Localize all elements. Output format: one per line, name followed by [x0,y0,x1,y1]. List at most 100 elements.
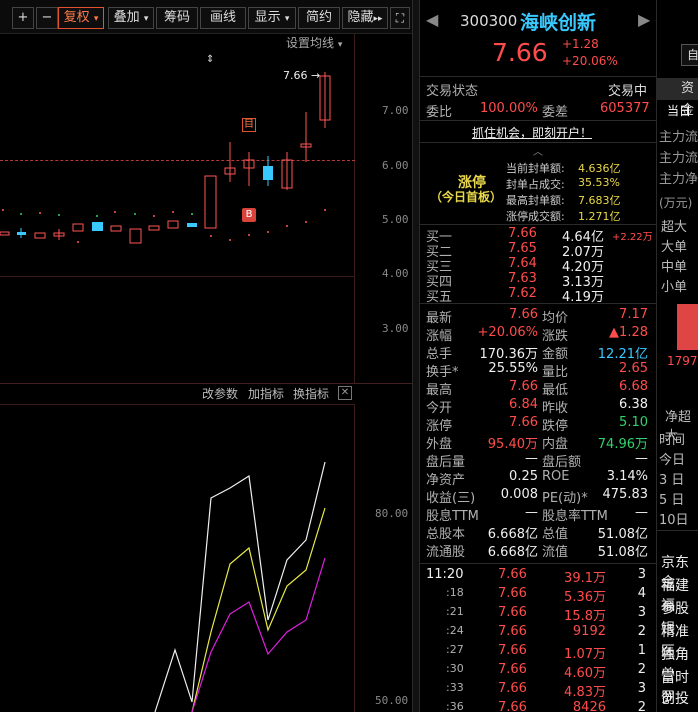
y-label: 3.00 [382,322,409,335]
stat-value: 6.668亿 [487,527,538,542]
price-change-pct: +20.06% [562,54,618,68]
bid-price: 7.65 [508,241,537,256]
tick-price: 7.66 [498,681,527,696]
tick-price: 7.66 [498,662,527,677]
fullscreen-icon[interactable]: ⛶ [390,7,410,29]
divider [420,563,656,564]
stat-label: 涨停 [426,419,453,434]
tab-fund[interactable]: 资金 [657,78,698,118]
adjust-price-dropdown[interactable]: 复权 ▾ [58,7,104,29]
limit-value: 4.636亿 [578,162,621,175]
stat-value: 7.66 [509,307,538,322]
y-label: 5.00 [382,213,409,226]
concept-item[interactable]: 创投 [661,688,689,708]
next-stock-icon[interactable]: ▶ [638,10,650,29]
y-label: 4.00 [382,267,409,280]
zoom-in-button[interactable]: + [12,7,34,29]
stat-value: 51.08亿 [597,545,648,560]
stock-code: 300300 [460,12,518,30]
tick-count: 3 [637,567,646,582]
limit-value: 1.271亿 [578,210,621,223]
stat-label: 今开 [426,401,453,416]
simple-mode-button[interactable]: 简约 [298,7,340,29]
draw-line-button[interactable]: 画线 [200,7,246,29]
trade-status-label: 交易状态 [426,84,479,99]
x-axis-line [0,276,355,277]
tab-today[interactable]: 当日 [667,102,691,119]
tick-price: 7.66 [498,643,527,658]
quote-panel: ◀ ▶ 300300 海峡创新 7.66 +1.28 +20.06% 交易状态 … [420,0,656,712]
stat-label: 最高 [426,383,453,398]
limit-key: 最高封单额: [506,194,565,207]
stat-label: 量比 [542,365,569,380]
stat-value: 7.17 [619,307,648,322]
stat-label: 最低 [542,383,569,398]
prev-stock-icon[interactable]: ◀ [426,10,438,29]
stat-label: 总手 [426,347,453,362]
stat-label: ROE [542,469,570,484]
tick-count: 2 [637,662,646,677]
stat-label: 流通股 [426,545,466,560]
stat-label: 总股本 [426,527,466,542]
limit-value: 7.683亿 [578,194,621,207]
hide-button[interactable]: 隐藏▸▸ [342,7,388,29]
tick-volume: 9192 [572,624,606,639]
zoom-out-button[interactable]: − [36,7,58,29]
tick-volume: 4.83万 [564,685,606,700]
display-label: 显示 [254,10,281,25]
stat-label: 涨跌 [542,329,569,344]
stock-name: 海峡创新 [520,12,597,34]
tick-count: 1 [637,643,646,658]
indicator-panel[interactable]: 改参数 加指标 换指标 ✕ 80.00 50.00 [0,384,412,712]
tick-time: :18 [446,586,464,599]
stat-label: 外盘 [426,437,453,452]
limit-key: 当前封单额: [506,162,565,175]
chips-button[interactable]: 筹码 [156,7,198,29]
chevron-down-icon: ▾ [284,14,290,24]
overlay-label: 叠加 [113,10,140,25]
trade-status-value: 交易中 [608,84,648,99]
tick-volume: 39.1万 [564,571,606,586]
stat-label: PE(动)* [542,491,588,506]
collapse-icon[interactable]: ︿ [420,142,656,158]
stat-label: 换手* [426,365,459,380]
stat-label: 收益(三) [426,491,476,506]
limit-key: 涨停成交额: [506,210,565,223]
panel-splitter[interactable] [412,0,420,712]
stat-value: — [635,505,648,520]
tick-time: 11:20 [426,567,464,582]
adjust-label: 复权 [63,10,90,25]
stat-value: +20.06% [477,325,538,340]
tick-count: 3 [637,681,646,696]
limit-value: 35.53% [578,176,620,189]
tick-time: :33 [446,681,464,694]
stat-value: 12.21亿 [597,347,648,362]
order-size-label: 大单 [661,240,688,255]
flow-label: 主力净 [659,172,698,187]
dots [2,209,326,243]
tick-count: 2 [637,700,646,712]
stat-value: 74.96万 [597,437,648,452]
self-select-button[interactable]: 自 [681,44,698,66]
stat-value: — [635,451,648,466]
bid-ratio-label: 委比 [426,105,453,120]
double-chevron-icon: ▸▸ [373,14,383,24]
kline-chart[interactable]: 设置均线 ▾ ⇕ 7.00 6.00 5.00 4.00 3.00 7.66 →… [0,34,412,384]
tick-volume: 15.8万 [564,609,606,624]
stat-value: 95.40万 [487,437,538,452]
divider [420,120,656,121]
stat-label: 总值 [542,527,569,542]
time-label: 10日 [659,513,689,528]
stat-value: — [525,451,538,466]
y-label: 6.00 [382,159,409,172]
overlay-dropdown[interactable]: 叠加 ▾ [108,7,154,29]
chart-toolbar: + − 复权 ▾ 叠加 ▾ 筹码 画线 显示 ▾ 简约 隐藏▸▸ ⛶ [0,0,412,34]
stat-value: 3.14% [606,469,648,484]
display-dropdown[interactable]: 显示 ▾ [248,7,296,29]
fund-panel: 自 资金 当日 主力流 主力流 主力净 (万元) 超大 大单 中单 小单 179… [656,0,698,712]
stat-label: 净资产 [426,473,466,488]
fund-bar [677,304,698,350]
time-label: 5 日 [659,493,685,508]
hide-label: 隐藏 [347,10,374,25]
open-account-link[interactable]: 抓住机会，即刻开户！ [472,124,592,141]
